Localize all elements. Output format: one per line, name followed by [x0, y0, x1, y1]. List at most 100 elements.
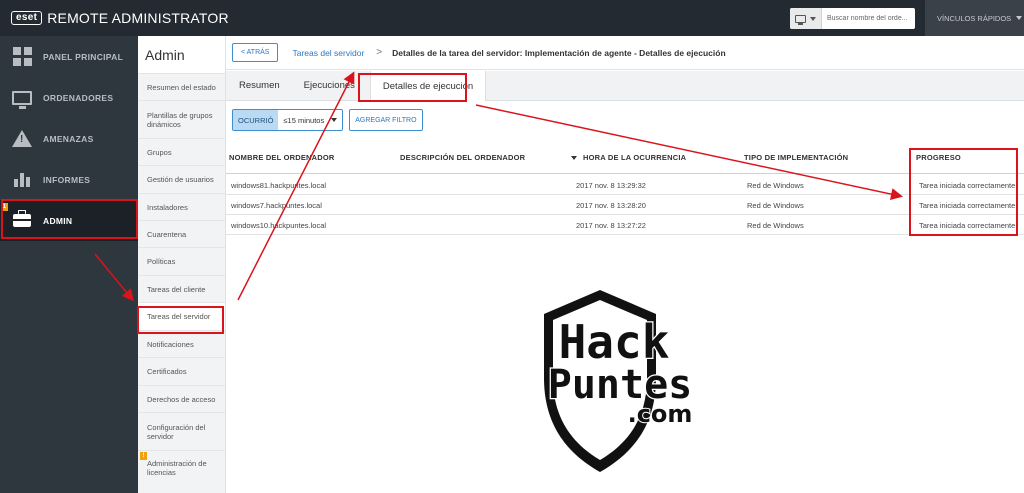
subnav-item-label: Configuración del servidor: [147, 422, 206, 441]
table-row[interactable]: windows81.hackpuntes.local 2017 nov. 8 1…: [226, 175, 1024, 195]
subnav-item-label: Gestión de usuarios: [147, 175, 214, 184]
briefcase-icon: [11, 210, 33, 232]
breadcrumb-parent-link[interactable]: Tareas del servidor: [292, 48, 364, 58]
nav-item-threats[interactable]: AMENAZAS: [0, 118, 138, 159]
tab-execution-details[interactable]: Detalles de ejecución: [369, 71, 487, 101]
subnav-item-notifications[interactable]: Notificaciones: [138, 331, 225, 358]
nav-item-dashboard[interactable]: PANEL PRINCIPAL: [0, 36, 138, 77]
chevron-down-icon: [810, 16, 816, 21]
table-header: NOMBRE DEL ORDENADOR DESCRIPCIÓN DEL ORD…: [226, 144, 1024, 174]
app-title: REMOTE ADMINISTRATOR: [47, 10, 229, 26]
admin-subnav: Admin Resumen del estado Plantillas de g…: [138, 36, 226, 493]
quick-links-button[interactable]: VÍNCULOS RÁPIDOS: [925, 0, 1024, 36]
subnav-item-label: Cuarentena: [147, 229, 187, 239]
add-filter-button[interactable]: AGREGAR FILTRO: [349, 109, 423, 131]
search-type-dropdown[interactable]: [790, 8, 822, 29]
subnav-item-label: Tareas del servidor: [147, 312, 211, 321]
cell-computer-name: windows10.hackpuntes.local: [231, 221, 327, 230]
dashboard-icon: [11, 46, 33, 68]
chevron-down-icon: [1016, 16, 1023, 20]
nav-item-reports[interactable]: INFORMES: [0, 159, 138, 200]
column-header-occurrence-time[interactable]: HORA DE LA OCURRENCIA: [571, 153, 686, 162]
subnav-item-license-management[interactable]: ! Administración de licencias: [138, 451, 225, 484]
chevron-down-icon: [331, 118, 338, 122]
tab-summary[interactable]: Resumen: [230, 71, 289, 100]
filter-bar: OCURRIÓ ≤15 minutos AGREGAR FILTRO: [232, 109, 423, 131]
subnav-item-groups[interactable]: Grupos: [138, 139, 225, 166]
column-header-label: PROGRESO: [916, 153, 961, 162]
column-header-label: HORA DE LA OCURRENCIA: [583, 153, 687, 162]
subnav-item-label: Certificados: [147, 367, 187, 376]
page-title: Detalles de la tarea del servidor: Imple…: [392, 47, 726, 58]
filter-value-dropdown[interactable]: ≤15 minutos: [278, 110, 343, 130]
subnav-item-client-tasks[interactable]: Tareas del cliente: [138, 276, 225, 303]
main-content: < ATRÁS Tareas del servidor > Detalles d…: [226, 36, 1024, 493]
subnav-item-installers[interactable]: Instaladores: [138, 194, 225, 221]
subnav-item-label: Derechos de acceso: [147, 394, 216, 404]
subnav-item-user-management[interactable]: Gestión de usuarios: [138, 166, 225, 194]
subnav-item-label: Tareas del cliente: [147, 284, 206, 294]
column-header-label: DESCRIPCIÓN DEL ORDENADOR: [400, 153, 526, 162]
eset-logo[interactable]: eset REMOTE ADMINISTRATOR: [11, 10, 229, 26]
subnav-item-server-settings[interactable]: Configuración del servidor: [138, 413, 225, 451]
filter-value: ≤15 minutos: [283, 115, 325, 125]
breadcrumb-separator: >: [376, 47, 383, 58]
nav-item-label: AMENAZAS: [43, 133, 94, 144]
nav-item-label: ORDENADORES: [43, 92, 114, 103]
nav-item-label: PANEL PRINCIPAL: [43, 51, 124, 62]
column-header-label: TIPO DE IMPLEMENTACIÓN: [744, 153, 849, 162]
tab-executions[interactable]: Ejecuciones: [295, 71, 364, 100]
nav-item-computers[interactable]: ORDENADORES: [0, 77, 138, 118]
nav-item-admin[interactable]: 1 ADMIN: [0, 200, 138, 241]
subnav-item-server-tasks[interactable]: Tareas del servidor: [138, 303, 225, 331]
warning-badge: !: [140, 452, 147, 460]
breadcrumb: < ATRÁS Tareas del servidor > Detalles d…: [226, 36, 1024, 70]
cell-occurrence-time: 2017 nov. 8 13:29:32: [576, 181, 646, 190]
main-navigation: PANEL PRINCIPAL ORDENADORES AMENAZAS INF…: [0, 36, 138, 493]
subnav-item-policies[interactable]: Políticas: [138, 248, 225, 276]
column-header-computer-description[interactable]: DESCRIPCIÓN DEL ORDENADOR: [400, 153, 525, 162]
column-header-computer-name[interactable]: NOMBRE DEL ORDENADOR: [229, 153, 335, 162]
subnav-item-label: Grupos: [147, 147, 172, 157]
tab-bar: Resumen Ejecuciones Detalles de ejecució…: [226, 71, 1024, 101]
back-button[interactable]: < ATRÁS: [232, 43, 279, 62]
subnav-item-access-rights[interactable]: Derechos de acceso: [138, 386, 225, 413]
search-box: [790, 8, 915, 29]
subnav-item-label: Notificaciones: [147, 339, 194, 349]
subnav-item-label: Políticas: [147, 257, 176, 266]
table-row[interactable]: windows10.hackpuntes.local 2017 nov. 8 1…: [226, 215, 1024, 235]
cell-progress: Tarea iniciada correctamente: [919, 221, 1016, 230]
nav-item-label: ADMIN: [43, 215, 73, 226]
cell-progress: Tarea iniciada correctamente: [919, 201, 1016, 210]
table-row[interactable]: windows7.hackpuntes.local 2017 nov. 8 13…: [226, 195, 1024, 215]
cell-occurrence-time: 2017 nov. 8 13:28:20: [576, 201, 646, 210]
subnav-item-certificates[interactable]: Certificados: [138, 358, 225, 386]
subnav-item-status-overview[interactable]: Resumen del estado: [138, 74, 225, 101]
sort-descending-icon: [571, 155, 577, 160]
cell-deployment-type: Red de Windows: [747, 221, 804, 230]
top-bar: eset REMOTE ADMINISTRATOR VÍNCULOS RÁPID…: [0, 0, 1024, 36]
subnav-item-label: Instaladores: [147, 202, 188, 212]
filter-label: OCURRIÓ: [233, 110, 279, 130]
column-header-progress[interactable]: PROGRESO: [916, 153, 961, 162]
reports-icon: [11, 169, 33, 191]
subnav-item-label: Resumen del estado: [147, 82, 216, 92]
nav-item-label: INFORMES: [43, 174, 91, 185]
cell-deployment-type: Red de Windows: [747, 201, 804, 210]
column-header-deployment-type[interactable]: TIPO DE IMPLEMENTACIÓN: [744, 153, 848, 162]
notification-badge: 1: [1, 203, 8, 211]
column-header-label: NOMBRE DEL ORDENADOR: [229, 153, 335, 162]
subnav-item-dynamic-group-templates[interactable]: Plantillas de grupos dinámicos: [138, 101, 225, 139]
threat-icon: [11, 128, 33, 150]
cell-computer-name: windows7.hackpuntes.local: [231, 201, 322, 210]
cell-deployment-type: Red de Windows: [747, 181, 804, 190]
occurred-filter[interactable]: OCURRIÓ ≤15 minutos: [232, 109, 344, 131]
computer-icon: [11, 87, 33, 109]
search-input[interactable]: [822, 8, 914, 29]
subnav-item-label: Administración de licencias: [147, 458, 207, 477]
subnav-title: Admin: [138, 36, 225, 74]
subnav-item-quarantine[interactable]: Cuarentena: [138, 221, 225, 248]
cell-occurrence-time: 2017 nov. 8 13:27:22: [576, 221, 646, 230]
subnav-item-label: Plantillas de grupos dinámicos: [147, 110, 213, 129]
computer-icon: [795, 14, 806, 25]
